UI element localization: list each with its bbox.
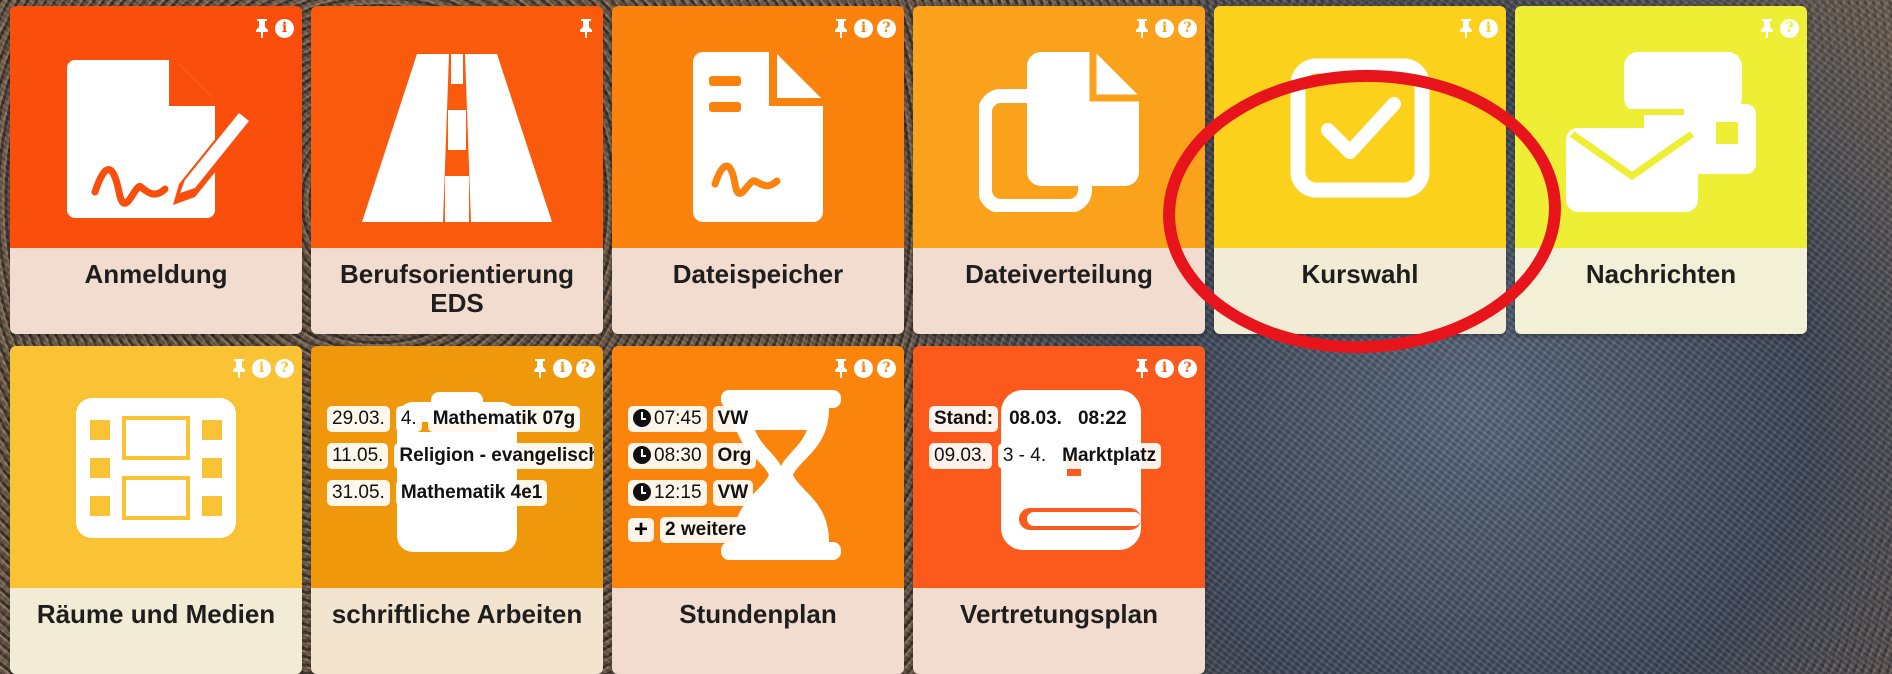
info-icon[interactable]: i	[854, 18, 873, 38]
tile-label: Berufsorientierung EDS	[311, 248, 603, 334]
lesson-subject: VW	[712, 480, 754, 506]
help-icon[interactable]: ?	[1178, 18, 1197, 38]
clock-icon	[633, 409, 651, 427]
lesson-time: 08:30	[628, 443, 707, 469]
list-item[interactable]: 07:45 VW	[628, 406, 904, 432]
film-icon	[76, 398, 236, 538]
vertretung-list: Stand: 08.03. 08:22 09.03. 3 - 4. Marktp…	[929, 406, 1205, 480]
lesson-subject: Org	[712, 443, 757, 469]
list-item[interactable]: 08:30 Org	[628, 443, 904, 469]
pin-icon[interactable]	[1133, 358, 1151, 378]
copy-files-icon	[979, 52, 1139, 212]
stand-time: 08:22	[1072, 406, 1132, 432]
info-icon[interactable]: i	[1479, 18, 1498, 38]
list-item[interactable]: 29.03. 4. Mathematik 07g	[327, 406, 603, 432]
file-icon	[693, 52, 823, 222]
more-lessons-label: 2 weitere	[660, 517, 752, 543]
help-icon[interactable]: ?	[576, 358, 595, 378]
pin-icon[interactable]	[253, 18, 271, 38]
help-icon[interactable]: ?	[275, 358, 294, 378]
list-item[interactable]: 31.05. Mathematik 4e1	[327, 480, 603, 506]
pin-icon[interactable]	[1457, 18, 1475, 38]
clock-icon	[633, 483, 651, 501]
tile-raeume-und-medien[interactable]: i ? Räume und Medien	[10, 346, 302, 674]
info-icon[interactable]: i	[1155, 358, 1174, 378]
list-item[interactable]: 11.05. Religion - evangelisch	[327, 443, 603, 469]
list-item[interactable]: 12:15 VW	[628, 480, 904, 506]
pin-icon[interactable]	[577, 18, 595, 38]
pin-icon[interactable]	[832, 18, 850, 38]
pin-icon[interactable]	[1758, 18, 1776, 38]
pin-icon[interactable]	[531, 358, 549, 378]
info-icon[interactable]: i	[1155, 18, 1174, 38]
tile-label: Stundenplan	[612, 588, 904, 674]
stundenplan-list: 07:45 VW 08:30 Org 12:15 VW + 2 weitere	[628, 406, 904, 554]
vertretung-stand: Stand: 08.03. 08:22	[929, 406, 1205, 432]
arbeiten-list: 29.03. 4. Mathematik 07g 11.05. Religion…	[327, 406, 603, 517]
info-icon[interactable]: i	[275, 18, 294, 38]
arbeit-subject: Mathematik 4e1	[395, 480, 548, 506]
arbeit-date: 31.05.	[327, 480, 390, 506]
arbeit-subject: Mathematik 07g	[427, 406, 581, 432]
tile-label: Dateiverteilung	[913, 248, 1205, 334]
plus-icon: +	[628, 516, 654, 543]
tile-label: Vertretungsplan	[913, 588, 1205, 674]
tile-anmeldung[interactable]: i Anmeldung	[10, 6, 302, 334]
arbeit-lesson: 4.	[395, 406, 422, 432]
tile-dateispeicher[interactable]: i ? Dateispeicher	[612, 6, 904, 334]
tile-nachrichten[interactable]: ? Nachrichten	[1515, 6, 1807, 334]
stand-date: 08.03.	[1004, 406, 1067, 432]
entry-room: Marktplatz	[1057, 443, 1162, 469]
signed-document-icon	[66, 60, 253, 218]
tile-dateiverteilung[interactable]: i ? Dateiverteilung	[913, 6, 1205, 334]
pin-icon[interactable]	[230, 358, 248, 378]
list-item[interactable]: 09.03. 3 - 4. Marktplatz	[929, 443, 1205, 469]
arbeit-subject: Religion - evangelisch	[394, 443, 595, 469]
help-icon[interactable]: ?	[877, 18, 896, 38]
tile-label: Anmeldung	[10, 248, 302, 334]
tile-stundenplan[interactable]: i ? 07:45 VW 08:30 Org 12:15 VW + 2 weit…	[612, 346, 904, 674]
lesson-subject: VW	[712, 406, 754, 432]
tile-schriftliche-arbeiten[interactable]: i ? 29.03. 4. Mathematik 07g 11.05. Reli…	[311, 346, 603, 674]
help-icon[interactable]: ?	[877, 358, 896, 378]
road-icon	[362, 54, 552, 222]
arbeit-date: 11.05.	[327, 443, 389, 469]
info-icon[interactable]: i	[553, 358, 572, 378]
tile-vertretungsplan[interactable]: i ? Stand: 08.03. 08:22 09.03. 3 - 4. Ma…	[913, 346, 1205, 674]
lesson-time: 12:15	[628, 480, 707, 506]
help-icon[interactable]: ?	[1780, 18, 1799, 38]
tile-label: Räume und Medien	[10, 588, 302, 674]
entry-date: 09.03.	[929, 443, 992, 469]
lesson-time: 07:45	[628, 406, 707, 432]
more-lessons[interactable]: + 2 weitere	[628, 516, 904, 543]
tile-berufsorientierung[interactable]: Berufsorientierung EDS	[311, 6, 603, 334]
arbeit-date: 29.03.	[327, 406, 390, 432]
tile-label: Nachrichten	[1515, 248, 1807, 334]
tile-label: schriftliche Arbeiten	[311, 588, 603, 674]
clock-icon	[633, 446, 651, 464]
pin-icon[interactable]	[1133, 18, 1151, 38]
stand-label: Stand:	[929, 406, 999, 432]
info-icon[interactable]: i	[854, 358, 873, 378]
messages-icon	[1566, 52, 1756, 212]
pin-icon[interactable]	[832, 358, 850, 378]
entry-lessons: 3 - 4.	[997, 443, 1052, 469]
tile-label: Dateispeicher	[612, 248, 904, 334]
help-icon[interactable]: ?	[1178, 358, 1197, 378]
info-icon[interactable]: i	[252, 358, 271, 378]
